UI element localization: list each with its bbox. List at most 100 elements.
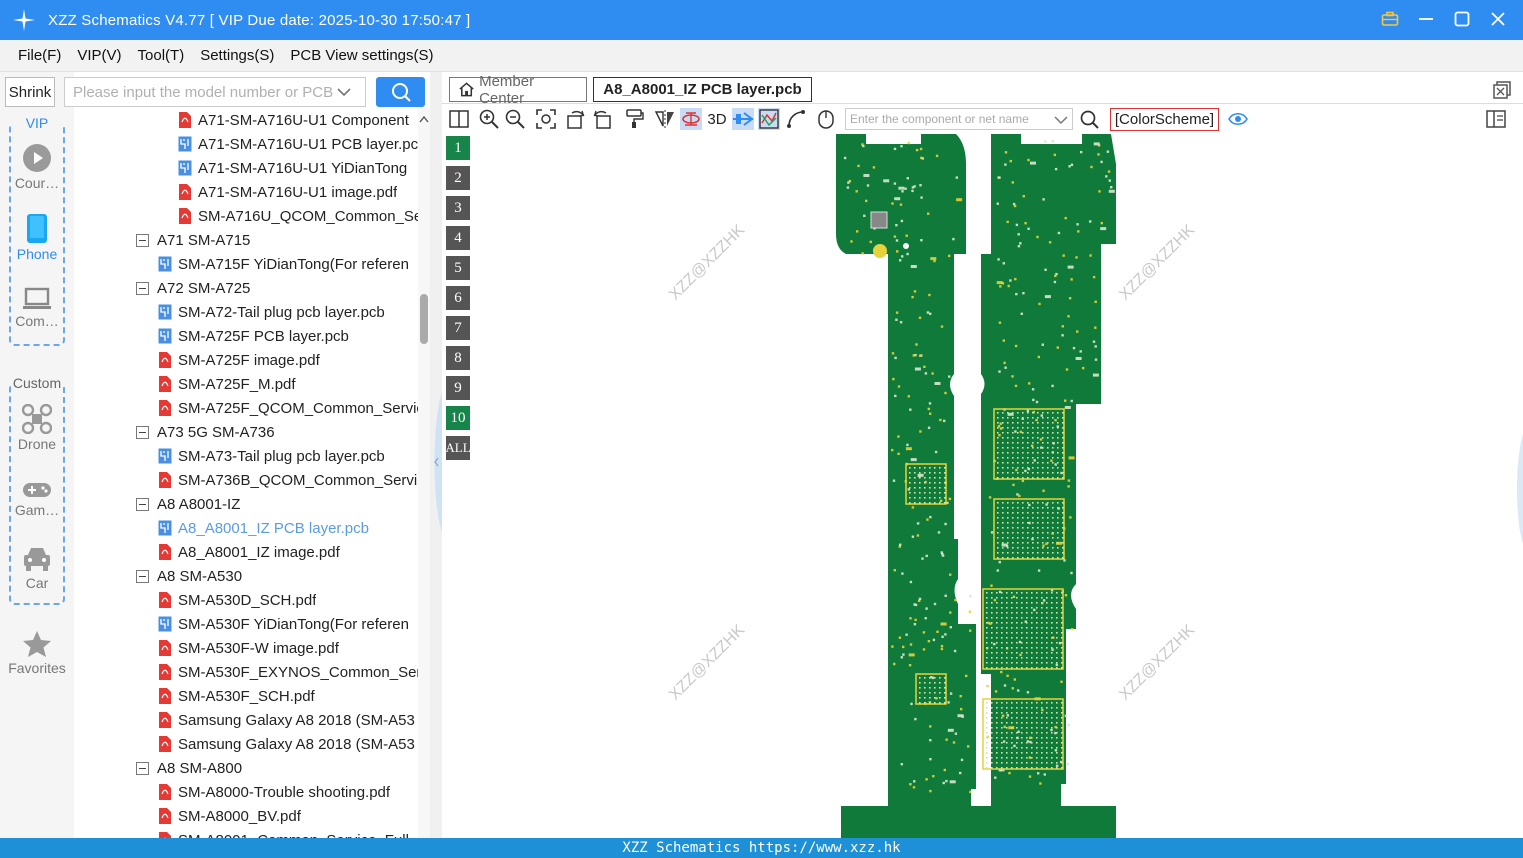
tree-scrollbar-thumb[interactable]	[420, 294, 428, 344]
tree-file[interactable]: SM-A72-Tail plug pcb layer.pcb	[158, 300, 385, 324]
rail-games[interactable]: Gam…	[0, 480, 74, 518]
tree-file[interactable]: A8_A8001_IZ image.pdf	[158, 540, 340, 564]
menu-pcb-view-settings[interactable]: PCB View settings(S)	[282, 47, 441, 64]
tree-file[interactable]: SM-A725F_M.pdf	[158, 372, 296, 396]
tree-file[interactable]: A71-SM-A716U-U1 image.pdf	[178, 180, 397, 204]
rotate-left-icon[interactable]	[565, 108, 587, 130]
layer-button-4[interactable]: 4	[446, 226, 470, 250]
layer-button-2[interactable]: 2	[446, 166, 470, 190]
layer-button-all[interactable]: ALL	[445, 436, 471, 460]
layer-button-1[interactable]: 1	[446, 136, 470, 160]
fit-view-icon[interactable]	[535, 108, 557, 130]
tree-file[interactable]: SM-A530F-W image.pdf	[158, 636, 339, 660]
rail-courses[interactable]: Cour…	[0, 143, 74, 191]
collapse-toggle-icon[interactable]	[136, 425, 149, 439]
rail-computer[interactable]: Com…	[0, 287, 74, 329]
collapse-toggle-icon[interactable]	[136, 497, 149, 511]
rail-favorites[interactable]: Favorites	[0, 630, 74, 676]
tree-file[interactable]: SM-A73-Tail plug pcb layer.pcb	[158, 444, 385, 468]
flying-line-icon[interactable]	[732, 108, 754, 130]
tree-file[interactable]: SM-A530F_SCH.pdf	[158, 684, 315, 708]
layer-button-5[interactable]: 5	[446, 256, 470, 280]
pcb-canvas[interactable]: XZZ@XZZHK XZZ@XZZHK XZZ@XZZHK XZZ@XZZHK	[476, 134, 1523, 838]
restore-window-icon[interactable]	[1492, 80, 1512, 100]
collapse-handle-icon[interactable]	[1513, 434, 1523, 544]
zoom-in-icon[interactable]	[478, 108, 500, 130]
paint-brush-icon[interactable]	[623, 108, 645, 130]
tab-active-file[interactable]: A8_A8001_IZ PCB layer.pcb	[593, 77, 812, 102]
tree-file[interactable]: SM-A715F YiDianTong(For referen	[158, 252, 409, 276]
tree-file[interactable]: SM-A725F image.pdf	[158, 348, 320, 372]
layer-button-6[interactable]: 6	[446, 286, 470, 310]
tree-file[interactable]: SM-A8000_BV.pdf	[158, 804, 301, 828]
tree-file-selected[interactable]: A8_A8001_IZ PCB layer.pcb	[158, 516, 369, 540]
measure-curve-icon[interactable]	[785, 108, 807, 130]
tree-scrollbar[interactable]	[418, 108, 430, 838]
tree-group[interactable]: A8 SM-A530	[136, 564, 242, 588]
tree-file[interactable]: SM-A8000-Trouble shooting.pdf	[158, 780, 390, 804]
layer-button-9[interactable]: 9	[446, 376, 470, 400]
menu-vip[interactable]: VIP(V)	[69, 47, 129, 64]
tree-file[interactable]: SM-A736B_QCOM_Common_Servi	[158, 468, 417, 492]
rail-car[interactable]: Car	[0, 545, 74, 591]
net-check-icon[interactable]	[758, 108, 780, 130]
color-scheme-button[interactable]: [ColorScheme]	[1110, 108, 1219, 131]
tree-file[interactable]: A71-SM-A716U-U1 YiDianTong	[178, 156, 407, 180]
mirror-icon[interactable]	[654, 108, 676, 130]
3d-button[interactable]: 3D	[704, 108, 730, 130]
rotate-right-icon[interactable]	[591, 108, 613, 130]
tree-group[interactable]: A8 SM-A800	[136, 756, 242, 780]
rail-drone[interactable]: Drone	[0, 404, 74, 452]
briefcase-icon[interactable]	[1379, 8, 1401, 30]
rail-phone[interactable]: Phone	[0, 213, 74, 262]
chevron-down-icon[interactable]	[337, 87, 351, 97]
highlight-net-icon[interactable]	[680, 108, 702, 130]
close-button[interactable]	[1487, 8, 1509, 30]
shrink-button[interactable]: Shrink	[5, 77, 55, 107]
tree-file[interactable]: SM-A725F_QCOM_Common_Servic	[158, 396, 418, 420]
eye-icon[interactable]	[1228, 111, 1248, 131]
minimize-button[interactable]	[1415, 8, 1437, 30]
collapse-toggle-icon[interactable]	[136, 233, 149, 247]
component-search-button[interactable]	[1080, 110, 1099, 133]
menu-file[interactable]: File(F)	[10, 47, 69, 64]
tree-group[interactable]: A73 5G SM-A736	[136, 420, 275, 444]
zoom-out-icon[interactable]	[504, 108, 526, 130]
search-button[interactable]	[376, 77, 425, 107]
tree-group[interactable]: A8 A8001-IZ	[136, 492, 240, 516]
tree-file[interactable]: A71-SM-A716U-U1 PCB layer.pc	[178, 132, 418, 156]
tree-file[interactable]: SM-A530F_EXYNOS_Common_Serv	[158, 660, 418, 684]
tree-file[interactable]: SM-A716U_QCOM_Common_Se	[178, 204, 418, 228]
tree-file[interactable]: Samsung Galaxy A8 2018 (SM-A53	[158, 708, 415, 732]
tree-file[interactable]: SM-A530F YiDianTong(For referen	[158, 612, 409, 636]
menu-tool[interactable]: Tool(T)	[130, 47, 193, 64]
maximize-button[interactable]	[1451, 8, 1473, 30]
layer-button-10[interactable]: 10	[446, 406, 470, 430]
split-view-icon[interactable]	[448, 108, 470, 130]
scroll-up-icon[interactable]	[418, 114, 430, 124]
tree-group[interactable]: A72 SM-A725	[136, 276, 250, 300]
tree-item-label: A8 A8001-IZ	[157, 495, 241, 513]
collapse-toggle-icon[interactable]	[136, 761, 149, 775]
menu-settings[interactable]: Settings(S)	[192, 47, 282, 64]
model-search-input[interactable]	[73, 83, 333, 101]
mouse-mode-icon[interactable]	[815, 108, 837, 130]
tree-file[interactable]: A71-SM-A716U-U1 Component	[178, 108, 409, 132]
collapse-toggle-icon[interactable]	[136, 281, 149, 295]
tree-file[interactable]: SM-A530D_SCH.pdf	[158, 588, 316, 612]
layer-button-7[interactable]: 7	[446, 316, 470, 340]
panel-splitter[interactable]	[430, 72, 442, 838]
component-search-box[interactable]: Enter the component or net name	[845, 108, 1073, 130]
collapse-handle-icon[interactable]	[430, 392, 442, 532]
tree-file[interactable]: SM-A8001_Common_Service_Full_C	[158, 828, 418, 838]
side-panel-toggle-icon[interactable]	[1486, 110, 1506, 132]
layer-button-3[interactable]: 3	[446, 196, 470, 220]
tree-group[interactable]: A71 SM-A715	[136, 228, 250, 252]
layer-button-8[interactable]: 8	[446, 346, 470, 370]
tree-file[interactable]: Samsung Galaxy A8 2018 (SM-A53	[158, 732, 415, 756]
chevron-down-icon[interactable]	[1054, 115, 1068, 125]
tree-file[interactable]: SM-A725F PCB layer.pcb	[158, 324, 349, 348]
model-search-box[interactable]	[64, 77, 366, 107]
tab-member-center[interactable]: Member Center	[449, 73, 587, 107]
collapse-toggle-icon[interactable]	[136, 569, 149, 583]
